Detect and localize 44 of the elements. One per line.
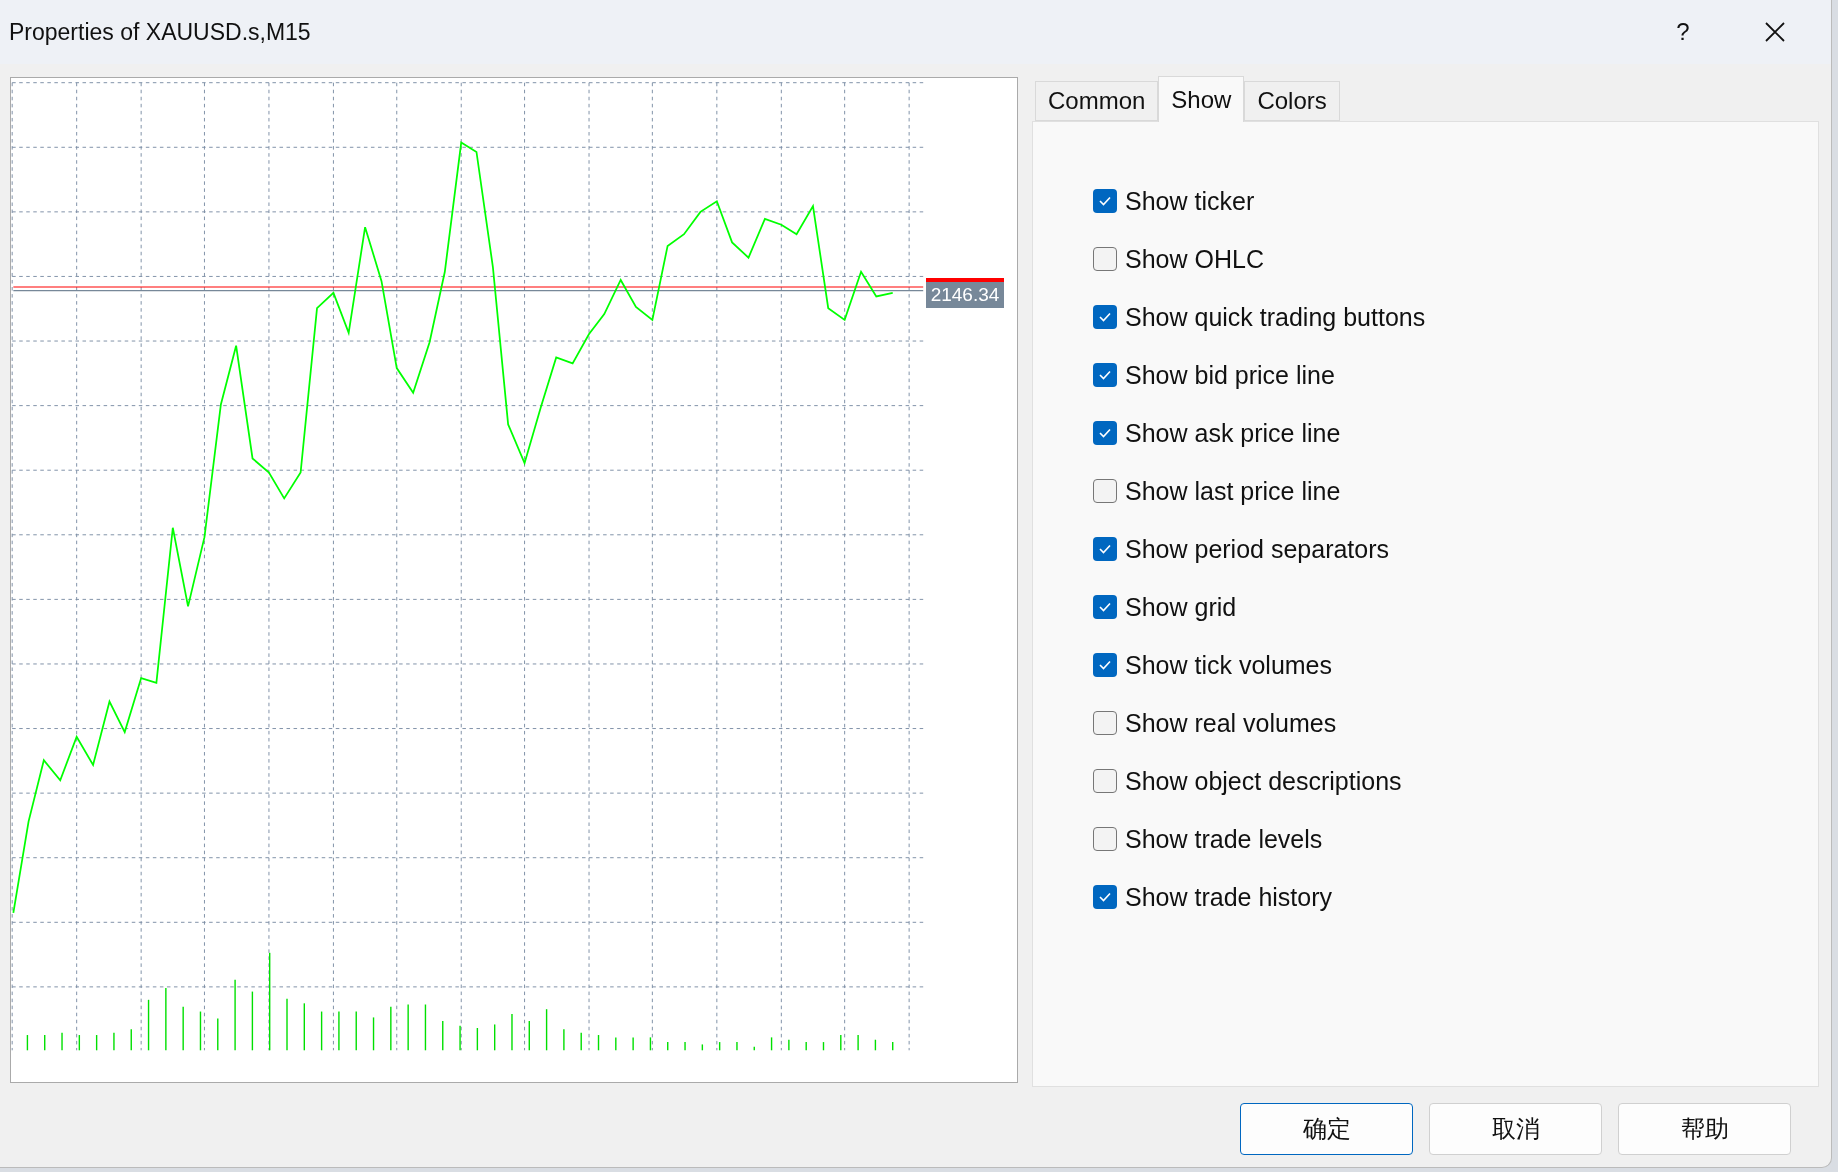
checkbox[interactable] xyxy=(1093,479,1117,503)
checkmark-icon xyxy=(1098,426,1112,440)
checkbox[interactable] xyxy=(1093,711,1117,735)
checkbox[interactable] xyxy=(1093,595,1117,619)
checkmark-icon xyxy=(1098,368,1112,382)
checkmark-icon xyxy=(1098,600,1112,614)
checkbox[interactable] xyxy=(1093,363,1117,387)
checkmark-icon xyxy=(1098,194,1112,208)
option-label: Show trade levels xyxy=(1125,824,1323,854)
checkbox[interactable] xyxy=(1093,885,1117,909)
option-label: Show grid xyxy=(1125,592,1237,622)
tab[interactable]: Colors xyxy=(1244,81,1340,121)
option-label: Show last price line xyxy=(1125,476,1341,506)
checkmark-icon xyxy=(1098,310,1112,324)
checkmark-icon xyxy=(1098,658,1112,672)
option-label: Show object descriptions xyxy=(1125,766,1402,796)
tab[interactable]: Show xyxy=(1158,76,1245,122)
checkmark-icon xyxy=(1098,890,1112,904)
option-label: Show tick volumes xyxy=(1125,650,1333,680)
close-icon xyxy=(1764,21,1786,43)
dialog-button[interactable]: 确定 xyxy=(1240,1103,1413,1155)
price-label: 2146.34 xyxy=(926,278,1004,308)
dialog-button[interactable]: 帮助 xyxy=(1618,1103,1791,1155)
option-label: Show ticker xyxy=(1125,186,1255,216)
checkbox[interactable] xyxy=(1093,769,1117,793)
option-label: Show ask price line xyxy=(1125,418,1341,448)
window-title: Properties of XAUUSD.s,M15 xyxy=(9,18,312,46)
checkbox[interactable] xyxy=(1093,189,1117,213)
option-label: Show trade history xyxy=(1125,882,1333,912)
checkbox[interactable] xyxy=(1093,305,1117,329)
option-label: Show period separators xyxy=(1125,534,1390,564)
option-label: Show quick trading buttons xyxy=(1125,302,1426,332)
option-label: Show OHLC xyxy=(1125,244,1264,274)
help-button[interactable]: ? xyxy=(1643,0,1723,64)
dialog-button[interactable]: 取消 xyxy=(1429,1103,1602,1155)
option-label: Show real volumes xyxy=(1125,708,1337,738)
tab[interactable]: Common xyxy=(1035,81,1159,121)
checkbox[interactable] xyxy=(1093,421,1117,445)
checkbox[interactable] xyxy=(1093,827,1117,851)
checkbox[interactable] xyxy=(1093,247,1117,271)
checkbox[interactable] xyxy=(1093,537,1117,561)
checkmark-icon xyxy=(1098,542,1112,556)
option-label: Show bid price line xyxy=(1125,360,1335,390)
checkbox[interactable] xyxy=(1093,653,1117,677)
